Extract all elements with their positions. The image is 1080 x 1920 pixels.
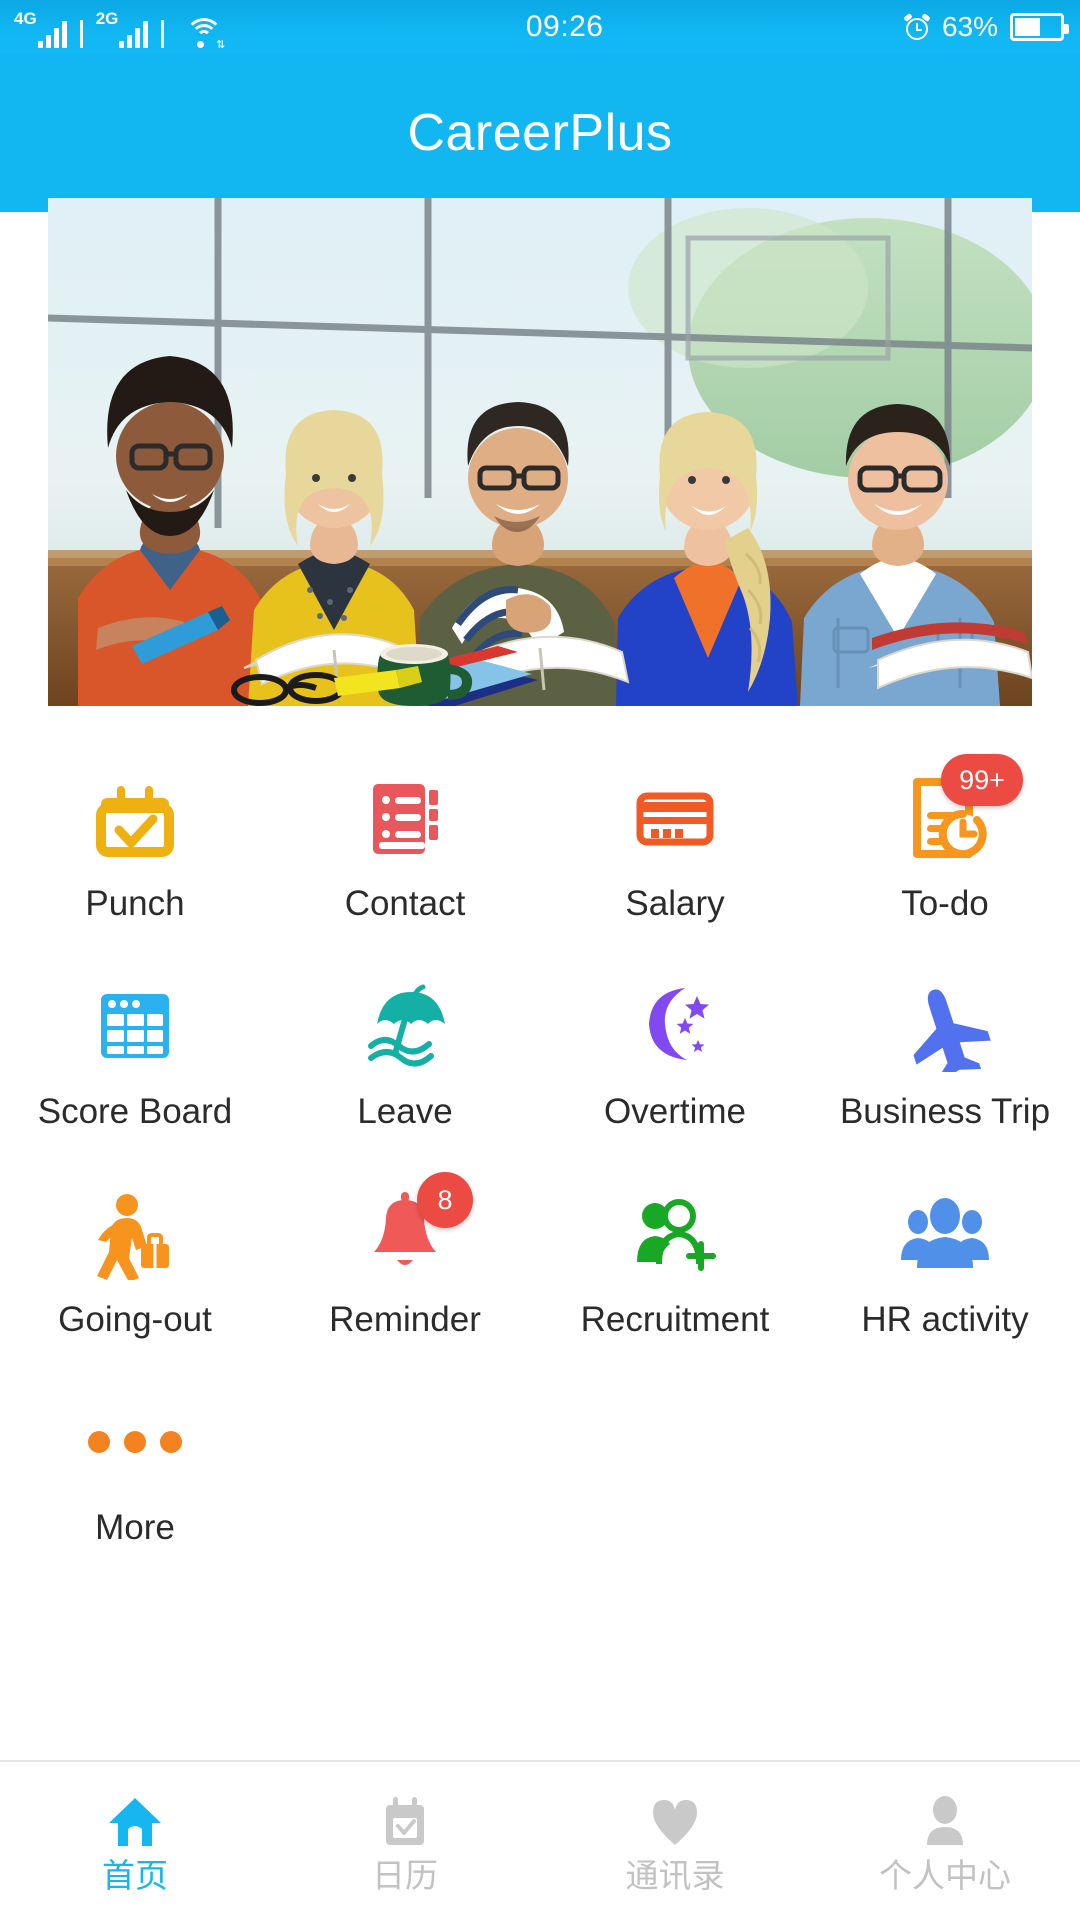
- moon-stars-icon: [625, 976, 725, 1076]
- user-profile-icon: [914, 1791, 976, 1853]
- grid-item-overtime[interactable]: Overtime: [540, 968, 810, 1176]
- calendar-check-icon: [85, 768, 185, 868]
- status-bar-clock: 09:26: [525, 10, 604, 43]
- grid-item-punch[interactable]: Punch: [0, 760, 270, 968]
- grid-item-label: Punch: [85, 884, 185, 923]
- page-title: CareerPlus: [407, 104, 673, 162]
- sim2-network-label: 2G: [95, 9, 119, 28]
- signal-bars-icon: [37, 18, 67, 48]
- people-group-icon: [895, 1184, 995, 1284]
- grid-item-label: Score Board: [37, 1092, 233, 1131]
- battery-icon: [1010, 13, 1069, 41]
- grid-item-to-do[interactable]: 99+ To-do: [810, 754, 1080, 968]
- calendar-icon: [374, 1791, 436, 1853]
- grid-item-label: Overtime: [604, 1092, 746, 1131]
- status-bar-right: 63%: [903, 11, 1080, 43]
- home-icon: [104, 1791, 166, 1853]
- grid-item-label: Contact: [344, 884, 466, 923]
- status-bar-left: 4G 2G ⇅: [0, 6, 225, 51]
- walking-briefcase-icon: [85, 1184, 185, 1284]
- grid-item-label: HR activity: [861, 1300, 1029, 1339]
- grid-cell-empty: [810, 1384, 1080, 1592]
- sim1-signal-indicator: 4G: [14, 8, 67, 48]
- sim-divider: [79, 20, 83, 48]
- signal-bars-icon: [119, 18, 149, 48]
- grid-item-recruitment[interactable]: Recruitment: [540, 1176, 810, 1384]
- grid-item-label: Going-out: [58, 1300, 212, 1339]
- nav-item-label: 个人中心: [879, 1856, 1011, 1894]
- bottom-navigation-bar: 首页 日历 通讯录 个人中心: [0, 1760, 1080, 1920]
- hero-banner-image[interactable]: [48, 198, 1032, 706]
- grid-item-reminder[interactable]: 8 Reminder: [270, 1172, 540, 1384]
- grid-item-label: Salary: [625, 884, 725, 923]
- wifi-icon: ⇅: [183, 16, 225, 51]
- grid-cell-empty: [540, 1384, 810, 1592]
- battery-percent-label: 63%: [941, 11, 998, 42]
- app-shortcut-grid: Punch Contact Salary 99+ To-do Score Boa…: [0, 754, 1080, 1592]
- app-header: CareerPlus: [0, 54, 1080, 212]
- bell-icon: 8: [355, 1172, 473, 1284]
- nav-item-profile[interactable]: 个人中心: [810, 1762, 1080, 1920]
- ellipsis-icon: [85, 1392, 185, 1492]
- grid-cell-empty: [270, 1384, 540, 1592]
- badge-count: 99+: [941, 754, 1023, 806]
- badge-count: 8: [417, 1172, 473, 1228]
- nav-item-calendar[interactable]: 日历: [270, 1762, 540, 1920]
- grid-item-label: Business Trip: [839, 1092, 1051, 1131]
- nav-item-label: 日历: [372, 1856, 438, 1894]
- grid-item-label: Reminder: [329, 1300, 481, 1339]
- nav-item-home[interactable]: 首页: [0, 1762, 270, 1920]
- add-person-icon: [625, 1184, 725, 1284]
- grid-item-salary[interactable]: Salary: [540, 760, 810, 968]
- table-grid-icon: [85, 976, 185, 1076]
- nav-item-label: 首页: [102, 1856, 168, 1894]
- sim-divider: [161, 20, 165, 48]
- airplane-icon: [895, 976, 995, 1076]
- grid-item-hr-activity[interactable]: HR activity: [810, 1176, 1080, 1384]
- grid-item-more[interactable]: More: [0, 1384, 270, 1592]
- credit-card-icon: [625, 768, 725, 868]
- heart-icon: [644, 1791, 706, 1853]
- grid-item-business-trip[interactable]: Business Trip: [810, 968, 1080, 1176]
- grid-item-going-out[interactable]: Going-out: [0, 1176, 270, 1384]
- sim1-network-label: 4G: [14, 9, 37, 28]
- grid-item-label: To-do: [901, 884, 989, 923]
- nav-item-contacts[interactable]: 通讯录: [540, 1762, 810, 1920]
- grid-item-contact[interactable]: Contact: [270, 760, 540, 968]
- grid-item-leave[interactable]: Leave: [270, 968, 540, 1176]
- document-clock-icon: 99+: [895, 754, 1023, 868]
- grid-item-label: Recruitment: [580, 1300, 770, 1339]
- grid-item-score-board[interactable]: Score Board: [0, 968, 270, 1176]
- alarm-clock-icon: [903, 13, 931, 40]
- sim2-signal-indicator: 2G: [96, 8, 149, 48]
- grid-item-label: More: [95, 1508, 175, 1547]
- nav-item-label: 通讯录: [625, 1856, 725, 1894]
- address-book-icon: [355, 768, 455, 868]
- grid-item-label: Leave: [357, 1092, 453, 1131]
- beach-umbrella-icon: [355, 976, 455, 1076]
- status-bar: 4G 2G ⇅ 09:26 63%: [0, 0, 1080, 54]
